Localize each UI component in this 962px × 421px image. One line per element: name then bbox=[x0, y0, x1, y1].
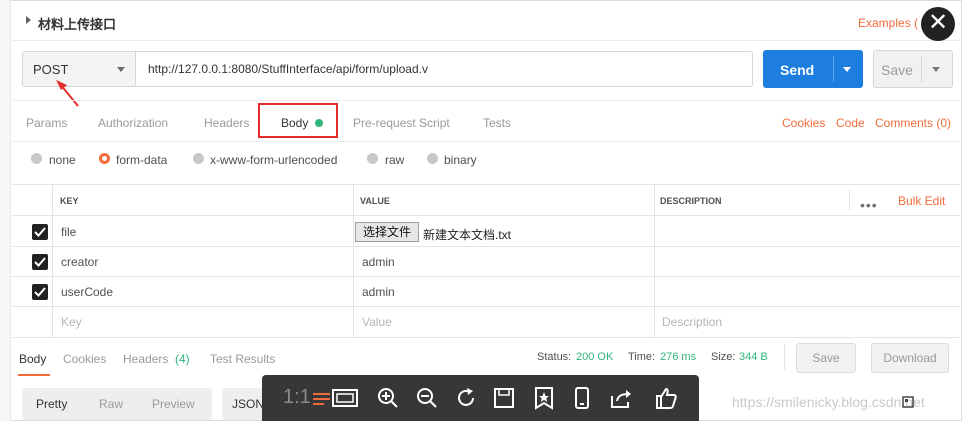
table-divider bbox=[12, 215, 960, 216]
thumbs-up-icon[interactable] bbox=[654, 386, 678, 410]
download-button[interactable]: Download bbox=[871, 343, 949, 373]
view-tab-raw[interactable]: Raw bbox=[99, 397, 123, 411]
format-label: JSON bbox=[232, 397, 265, 411]
column-header-description: DESCRIPTION bbox=[660, 196, 722, 206]
check-icon bbox=[34, 257, 46, 267]
request-title: 材料上传接口 bbox=[38, 17, 117, 32]
zoom-in-icon[interactable] bbox=[376, 386, 400, 410]
close-icon[interactable]: ✕ bbox=[921, 7, 955, 41]
check-icon bbox=[34, 227, 46, 237]
copy-icon[interactable] bbox=[902, 396, 914, 408]
column-divider bbox=[353, 184, 354, 337]
left-sidebar-edge bbox=[0, 0, 11, 421]
save-label: Save bbox=[881, 62, 913, 78]
examples-link[interactable]: Examples ( bbox=[858, 16, 918, 30]
choose-file-button[interactable]: 选择文件 bbox=[355, 222, 419, 242]
cookies-link[interactable]: Cookies bbox=[782, 116, 825, 130]
send-dropdown-icon[interactable] bbox=[843, 67, 851, 72]
column-header-value: VALUE bbox=[360, 196, 390, 206]
response-tab-body[interactable]: Body bbox=[19, 352, 46, 366]
tab-params[interactable]: Params bbox=[26, 116, 67, 130]
radio-binary[interactable] bbox=[427, 153, 438, 164]
response-divider bbox=[784, 344, 785, 370]
radio-none[interactable] bbox=[31, 153, 42, 164]
check-icon bbox=[34, 287, 46, 297]
view-tab-pretty[interactable]: Pretty bbox=[36, 397, 67, 411]
size-label: Size: bbox=[711, 351, 736, 363]
response-save-button[interactable]: Save bbox=[796, 343, 856, 373]
table-divider bbox=[12, 246, 960, 247]
row-key[interactable]: file bbox=[61, 225, 76, 239]
time-label: Time: bbox=[628, 351, 656, 363]
save-icon[interactable] bbox=[492, 386, 516, 410]
response-tab-cookies[interactable]: Cookies bbox=[63, 352, 106, 366]
status-label: Status: bbox=[537, 351, 572, 363]
phone-icon[interactable] bbox=[570, 386, 594, 410]
url-text: http://127.0.0.1:8080/StuffInterface/api… bbox=[148, 62, 428, 76]
share-icon[interactable] bbox=[609, 386, 633, 410]
column-divider bbox=[52, 184, 53, 337]
title-bar bbox=[12, 0, 960, 41]
actual-size-label[interactable]: 1:1 bbox=[283, 386, 311, 409]
fit-screen-icon[interactable] bbox=[331, 386, 359, 410]
chevron-down-icon bbox=[117, 67, 125, 72]
save-divider bbox=[921, 56, 922, 82]
radio-urlencoded[interactable] bbox=[193, 153, 204, 164]
rotate-icon[interactable] bbox=[454, 386, 478, 410]
tab-headers[interactable]: Headers bbox=[204, 116, 249, 130]
table-divider bbox=[12, 306, 960, 307]
bulk-edit-link[interactable]: Bulk Edit bbox=[898, 194, 945, 208]
column-header-key: KEY bbox=[60, 196, 79, 206]
row-checkbox[interactable] bbox=[32, 254, 48, 270]
row-checkbox[interactable] bbox=[32, 284, 48, 300]
response-tab-headers[interactable]: Headers bbox=[123, 352, 168, 366]
view-tab-preview[interactable]: Preview bbox=[152, 397, 195, 411]
status-value: 200 OK bbox=[576, 351, 614, 363]
column-divider bbox=[654, 184, 655, 337]
save-dropdown-icon[interactable] bbox=[932, 67, 940, 72]
tab-authorization[interactable]: Authorization bbox=[98, 116, 168, 130]
radio-form-data-label: form-data bbox=[116, 153, 168, 167]
more-options-icon[interactable]: ••• bbox=[860, 197, 878, 213]
key-placeholder[interactable]: Key bbox=[61, 315, 82, 329]
active-tab-underline bbox=[18, 374, 50, 376]
row-value[interactable]: admin bbox=[362, 255, 395, 269]
send-divider bbox=[833, 56, 834, 82]
radio-binary-label: binary bbox=[444, 153, 477, 167]
body-highlight-box bbox=[258, 103, 338, 138]
watermark: https://smilenicky.blog.csdn.net bbox=[732, 394, 925, 410]
radio-none-label: none bbox=[49, 153, 76, 167]
row-key[interactable]: userCode bbox=[61, 285, 113, 299]
radio-raw[interactable] bbox=[367, 153, 378, 164]
description-placeholder[interactable]: Description bbox=[662, 315, 722, 329]
code-link[interactable]: Code bbox=[836, 116, 865, 130]
row-value[interactable]: admin bbox=[362, 285, 395, 299]
value-placeholder[interactable]: Value bbox=[362, 315, 392, 329]
table-divider bbox=[12, 276, 960, 277]
tab-tests[interactable]: Tests bbox=[483, 116, 511, 130]
bookmark-star-icon[interactable] bbox=[532, 386, 556, 410]
size-value: 344 B bbox=[739, 351, 768, 363]
tab-prerequest-script[interactable]: Pre-request Script bbox=[353, 116, 450, 130]
response-tab-test-results[interactable]: Test Results bbox=[210, 352, 275, 366]
zoom-out-icon[interactable] bbox=[415, 386, 439, 410]
radio-raw-label: raw bbox=[385, 153, 405, 167]
column-divider bbox=[849, 190, 850, 210]
time-value: 276 ms bbox=[660, 351, 697, 363]
send-label: Send bbox=[780, 62, 815, 78]
comments-link[interactable]: Comments (0) bbox=[875, 116, 951, 130]
file-name: 新建文本文档.txt bbox=[423, 228, 512, 242]
response-headers-count: (4) bbox=[175, 352, 190, 366]
row-key[interactable]: creator bbox=[61, 255, 98, 269]
radio-form-data[interactable] bbox=[99, 153, 110, 164]
collapse-caret-icon[interactable] bbox=[26, 16, 31, 24]
radio-urlencoded-label: x-www-form-urlencoded bbox=[210, 153, 338, 167]
row-checkbox[interactable] bbox=[32, 224, 48, 240]
form-data-table bbox=[12, 184, 960, 338]
